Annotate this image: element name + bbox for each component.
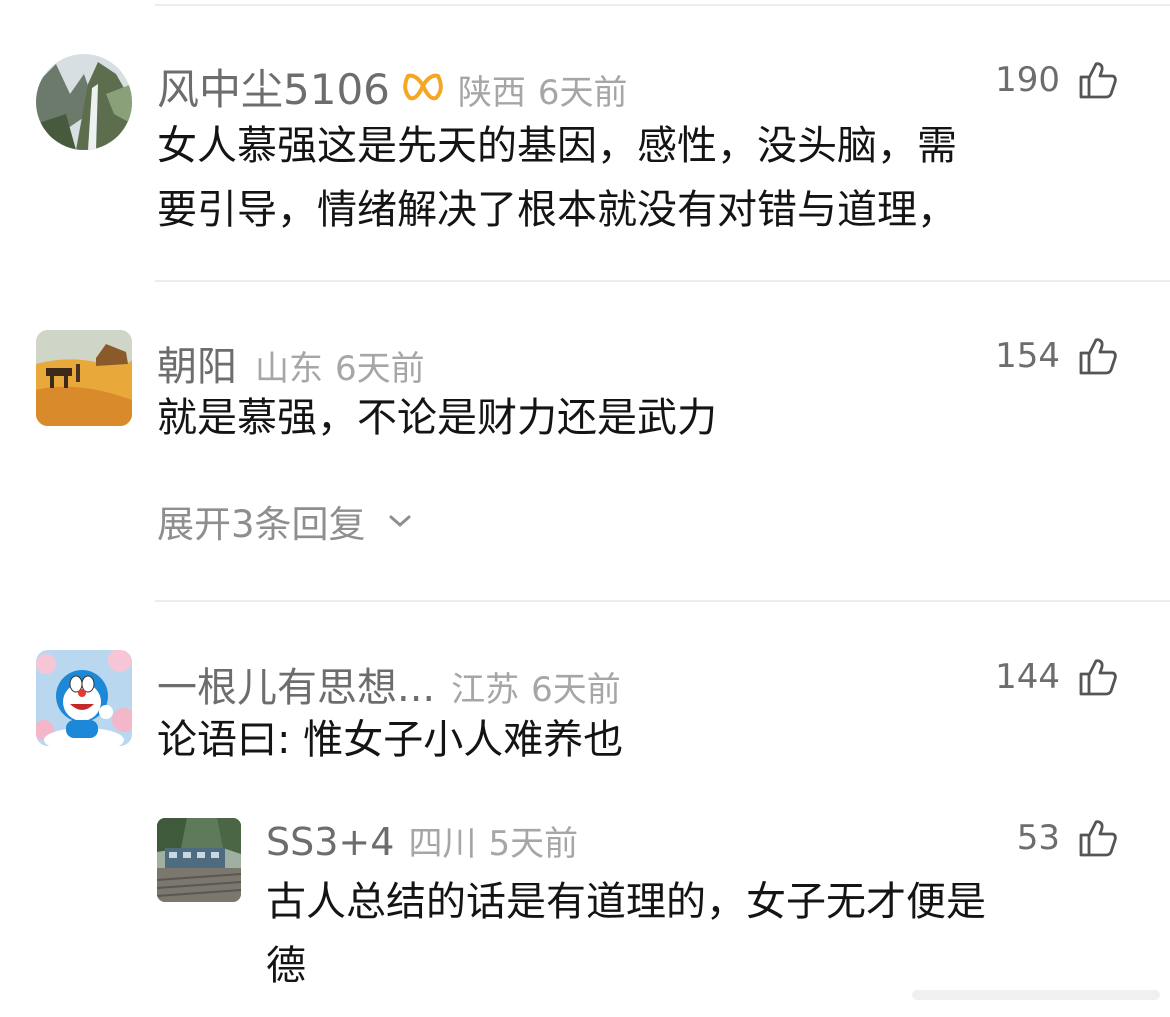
avatar[interactable]: [36, 54, 132, 150]
timestamp: 6天前: [335, 349, 425, 389]
like-count: 144: [995, 657, 1060, 697]
expand-replies-button[interactable]: 展开3条回复: [157, 494, 412, 548]
timestamp: 5天前: [488, 824, 579, 864]
thumbs-up-icon: [1079, 62, 1117, 99]
expand-replies-label: 展开3条回复: [157, 503, 366, 546]
comment-text: 就是慕强，不论是财力还是武力: [157, 386, 717, 450]
reply-line: 德: [266, 943, 306, 989]
comment-meta: 风中尘5106 陕西 6天前: [157, 56, 628, 117]
comment-line: 就是慕强，不论是财力还是武力: [157, 395, 717, 441]
comment-meta: 一根儿有思想... 江苏 6天前: [157, 655, 621, 713]
timestamp: 6天前: [531, 670, 621, 710]
like-button[interactable]: 53: [900, 816, 1118, 860]
painting-avatar: [36, 330, 132, 426]
waterfall-cliff-avatar: [36, 54, 132, 150]
comment-line: 论语曰: 惟女子小人难养也: [157, 717, 624, 763]
thumbs-up-icon: [1079, 338, 1117, 375]
avatar[interactable]: [36, 330, 132, 426]
comment-text: 女人慕强这是先天的基因，感性，没头脑，需 要引导，情绪解决了根本就没有对错与道理…: [157, 114, 957, 242]
like-button[interactable]: 190: [900, 58, 1118, 102]
like-button[interactable]: 154: [900, 334, 1118, 378]
timestamp: 6天前: [537, 73, 628, 113]
divider: [155, 280, 1170, 282]
doraemon-avatar: [36, 650, 132, 746]
avatar[interactable]: [157, 818, 241, 902]
location: 江苏: [451, 670, 520, 710]
thumbs-up-icon: [1079, 659, 1117, 696]
comment-line: 要引导，情绪解决了根本就没有对错与道理，: [157, 187, 957, 233]
divider: [155, 600, 1170, 602]
username[interactable]: SS3+4: [266, 820, 394, 864]
location: 山东: [255, 349, 323, 389]
like-count: 154: [995, 336, 1060, 376]
location: 四川: [408, 824, 477, 864]
location: 陕西: [457, 73, 526, 113]
comment-text: 论语曰: 惟女子小人难养也: [157, 708, 623, 772]
reply-text: 古人总结的话是有道理的，女子无才便是 德: [266, 870, 986, 998]
comment-line: 女人慕强这是先天的基因，感性，没头脑，需: [157, 123, 957, 169]
avatar[interactable]: [36, 650, 132, 746]
chevron-down-icon: [389, 515, 411, 527]
like-count: 190: [995, 60, 1060, 100]
reply-meta: SS3+4 四川 5天前: [266, 816, 578, 865]
username[interactable]: 一根儿有思想...: [157, 655, 435, 713]
thumbs-up-icon: [1079, 820, 1117, 857]
vip-badge-icon[interactable]: [402, 70, 444, 104]
username[interactable]: 朝阳: [157, 334, 237, 392]
divider-top: [155, 4, 1170, 6]
username[interactable]: 风中尘5106: [157, 56, 390, 117]
comment-meta: 朝阳 山东 6天前: [157, 334, 425, 392]
reply-line: 古人总结的话是有道理的，女子无才便是: [266, 879, 986, 925]
scroll-indicator: [912, 990, 1160, 1000]
like-button[interactable]: 144: [900, 655, 1118, 699]
like-count: 53: [1016, 818, 1060, 858]
train-avatar: [157, 818, 241, 902]
